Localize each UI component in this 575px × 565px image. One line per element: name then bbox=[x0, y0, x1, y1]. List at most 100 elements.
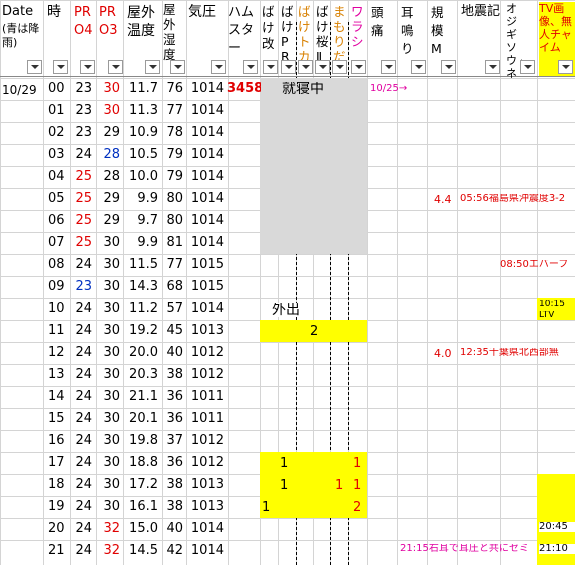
pressure-cell: 1015 bbox=[190, 280, 224, 293]
tv-block-18 bbox=[537, 474, 575, 518]
humidity-cell: 80 bbox=[166, 192, 183, 205]
grid-col-line bbox=[367, 0, 368, 565]
header-outside-temp: 屋外温度 bbox=[127, 5, 155, 39]
pressure-cell: 1012 bbox=[190, 368, 224, 381]
header-scale: 規模M bbox=[431, 5, 444, 56]
pro4-cell: 25 bbox=[75, 214, 92, 227]
tv-20: 20:45 bbox=[539, 522, 575, 532]
pro3-cell: 30 bbox=[103, 302, 120, 315]
filter-dropdown-button[interactable] bbox=[558, 60, 573, 74]
header-bake-ka: ばけトカ bbox=[298, 4, 311, 64]
tv-10: 10:15 bbox=[539, 300, 565, 309]
filter-dropdown-button[interactable] bbox=[520, 60, 535, 74]
hour-cell: 07 bbox=[48, 236, 65, 249]
filter-dropdown-button[interactable] bbox=[211, 60, 226, 74]
header-date-note: (青は降雨) bbox=[2, 22, 40, 49]
quake1-text: 05:56福島県沖震度3-2 bbox=[460, 194, 566, 204]
filter-dropdown-button[interactable] bbox=[170, 60, 185, 74]
hour-cell: 06 bbox=[48, 214, 65, 227]
pro3-cell: 30 bbox=[103, 280, 120, 293]
pro3-cell: 30 bbox=[103, 368, 120, 381]
humidity-cell: 45 bbox=[166, 324, 183, 337]
temp-cell: 20.1 bbox=[129, 412, 158, 425]
pro4-cell: 24 bbox=[75, 544, 92, 557]
filter-dropdown-button[interactable] bbox=[351, 60, 366, 74]
hour-cell: 01 bbox=[48, 104, 65, 117]
hour-cell: 09 bbox=[48, 280, 65, 293]
pro4-cell: 24 bbox=[75, 434, 92, 447]
pressure-cell: 1012 bbox=[190, 346, 224, 359]
temp-cell: 9.9 bbox=[137, 236, 158, 249]
humidity-cell: 38 bbox=[166, 368, 183, 381]
grid-row-line bbox=[0, 408, 575, 409]
grid-col-line bbox=[457, 0, 458, 565]
temp-cell: 14.3 bbox=[129, 280, 158, 293]
header-outside-humidity: 屋外湿度 bbox=[163, 2, 176, 62]
filter-dropdown-button[interactable] bbox=[281, 60, 296, 74]
pressure-cell: 1014 bbox=[190, 192, 224, 205]
temp-cell: 9.7 bbox=[137, 214, 158, 227]
filter-dropdown-button[interactable] bbox=[145, 60, 160, 74]
humidity-cell: 40 bbox=[166, 346, 183, 359]
pro4-cell: 23 bbox=[75, 104, 92, 117]
filter-dropdown-button[interactable] bbox=[485, 60, 500, 74]
temp-cell: 16.1 bbox=[129, 500, 158, 513]
pro4-cell: 24 bbox=[75, 478, 92, 491]
pressure-cell: 1013 bbox=[190, 478, 224, 491]
header-bake-pr: ばけPR bbox=[281, 4, 294, 64]
grid-row-line bbox=[0, 0, 575, 1]
hour-cell: 14 bbox=[48, 390, 65, 403]
filter-dropdown-button[interactable] bbox=[80, 60, 95, 74]
temp-cell: 11.7 bbox=[129, 82, 158, 95]
filter-dropdown-button[interactable] bbox=[243, 60, 258, 74]
header-hour: 時 bbox=[47, 4, 61, 20]
pressure-cell: 1014 bbox=[190, 214, 224, 227]
temp-cell: 15.0 bbox=[129, 522, 158, 535]
filter-dropdown-button[interactable] bbox=[315, 60, 330, 74]
filter-dropdown-button[interactable] bbox=[441, 60, 456, 74]
humidity-cell: 81 bbox=[166, 236, 183, 249]
humidity-cell: 37 bbox=[166, 434, 183, 447]
hour-cell: 00 bbox=[48, 82, 65, 95]
pro3-cell: 32 bbox=[103, 522, 120, 535]
filter-dropdown-button[interactable] bbox=[108, 60, 123, 74]
temp-cell: 10.5 bbox=[129, 148, 158, 161]
mark-hamster-19: 1 bbox=[262, 501, 271, 514]
pro3-cell: 30 bbox=[103, 456, 120, 469]
hour-cell: 18 bbox=[48, 478, 65, 491]
filter-dropdown-button[interactable] bbox=[53, 60, 68, 74]
temp-cell: 10.0 bbox=[129, 170, 158, 183]
pro4-cell: 25 bbox=[75, 236, 92, 249]
hour-cell: 08 bbox=[48, 258, 65, 271]
mark-mamorida-18: 1 bbox=[335, 479, 344, 492]
pro3-cell: 28 bbox=[103, 148, 120, 161]
header-warashi: ワラシ bbox=[351, 4, 364, 49]
header-bake-sakura: ばけ桜Ⅱ bbox=[316, 4, 329, 64]
hamster-count: 3458 bbox=[227, 82, 261, 95]
pro4-cell: 24 bbox=[75, 368, 92, 381]
header-pressure: 気圧 bbox=[188, 4, 216, 20]
humidity-cell: 79 bbox=[166, 148, 183, 161]
grid-col-line bbox=[43, 0, 44, 565]
header-earthquake: 地震記 bbox=[461, 4, 501, 19]
filter-dropdown-button[interactable] bbox=[27, 60, 42, 74]
filter-dropdown-button[interactable] bbox=[263, 60, 278, 74]
filter-dropdown-button[interactable] bbox=[381, 60, 396, 74]
pressure-cell: 1012 bbox=[190, 434, 224, 447]
grid-col-line bbox=[0, 0, 1, 565]
filter-dropdown-button[interactable] bbox=[298, 60, 313, 74]
temp-cell: 11.3 bbox=[129, 104, 158, 117]
header-headache: 頭痛 bbox=[371, 5, 384, 38]
header-hamster: ハムスター bbox=[228, 5, 255, 56]
date-value: 10/29 bbox=[2, 84, 37, 96]
hour-cell: 05 bbox=[48, 192, 65, 205]
filter-dropdown-button[interactable] bbox=[411, 60, 426, 74]
pressure-cell: 1013 bbox=[190, 324, 224, 337]
pro4-cell: 24 bbox=[75, 500, 92, 513]
pressure-cell: 1012 bbox=[190, 456, 224, 469]
header-divider bbox=[0, 76, 575, 77]
temp-cell: 19.8 bbox=[129, 434, 158, 447]
quake1-scale: 4.4 bbox=[434, 194, 452, 205]
filter-dropdown-button[interactable] bbox=[332, 60, 347, 74]
hour-cell: 12 bbox=[48, 346, 65, 359]
